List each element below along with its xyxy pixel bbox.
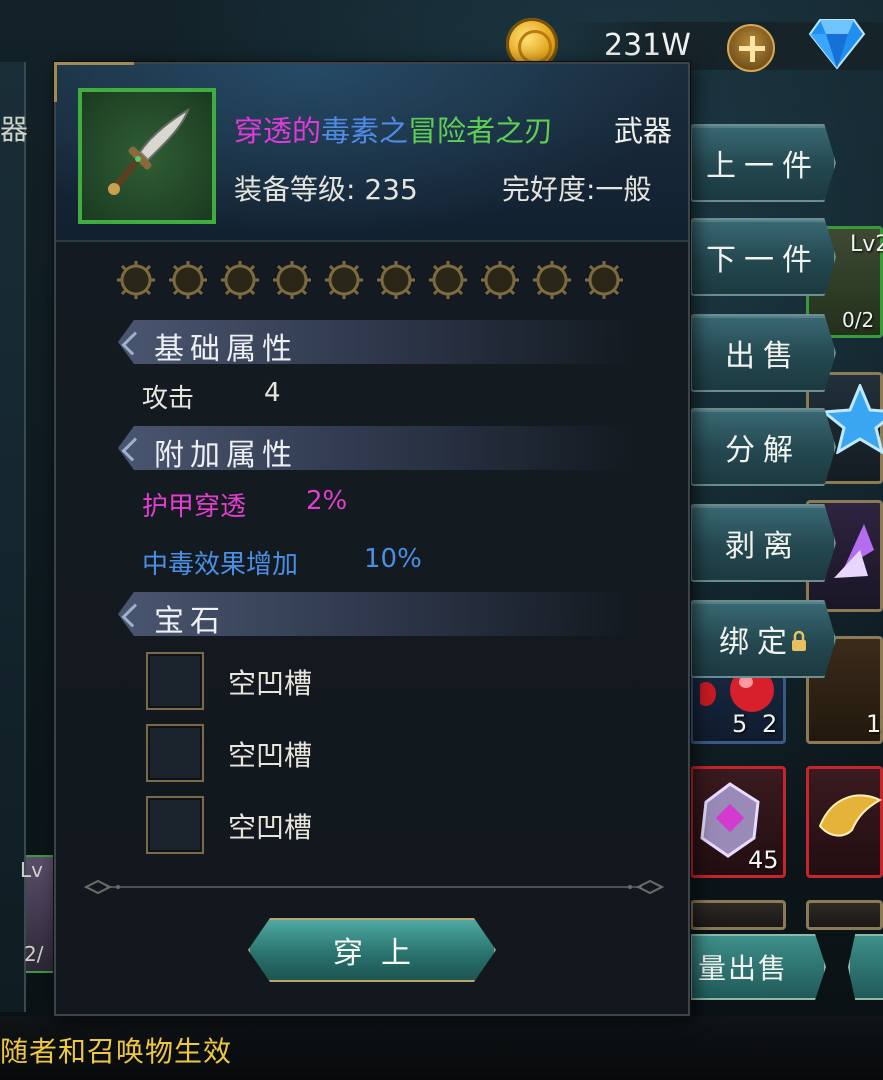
- batch-sell-button[interactable]: 量出售: [690, 934, 826, 1000]
- left-item-level: Lv: [20, 858, 43, 882]
- strip-label: 剥离: [725, 529, 801, 564]
- inventory-item-level: Lv2: [850, 232, 883, 257]
- item-tooltip-panel: 穿透的毒素之冒险者之刃 武器 装备等级: 235 完好度:一般 基础属性 攻击 …: [54, 62, 690, 1016]
- gem-slot-label: 空凹槽: [228, 811, 313, 844]
- empty-star-slot-icon: [220, 260, 260, 300]
- inventory-stack-count: 5: [732, 710, 748, 738]
- batch-sell-label: 量出售: [698, 952, 789, 985]
- empty-star-slot-icon: [428, 260, 468, 300]
- item-level: 装备等级: 235: [234, 173, 418, 206]
- decompose-button[interactable]: 分解: [690, 408, 836, 486]
- item-name-base: 冒险者之刃: [408, 114, 554, 148]
- inventory-item-count: 0/2: [842, 308, 875, 332]
- item-icon-frame: [78, 88, 216, 224]
- inventory-stack-count: 12: [866, 710, 883, 738]
- empty-star-slot-icon: [272, 260, 312, 300]
- section-header-gem: 宝石: [118, 592, 632, 636]
- section-header-base: 基础属性: [118, 320, 632, 364]
- equip-label: 穿上: [333, 936, 429, 971]
- strip-button[interactable]: 剥离: [690, 504, 836, 582]
- ornamental-divider: [84, 880, 664, 894]
- decompose-label: 分解: [725, 433, 801, 468]
- extra-attr-value: 10%: [364, 544, 422, 574]
- gem-slot[interactable]: [146, 724, 204, 782]
- game-screen: 器 Lv 2/ 231W Lv2 0/2 5 2 12 45: [0, 0, 883, 1080]
- golden-wings-icon: [818, 794, 883, 837]
- item-header: 穿透的毒素之冒险者之刃 武器 装备等级: 235 完好度:一般: [54, 62, 688, 242]
- star-slot-row: [116, 260, 624, 300]
- crystal-icon: [834, 524, 874, 578]
- gold-amount: 231W: [604, 28, 691, 63]
- base-attr-value: 4: [264, 378, 281, 408]
- sell-label: 出售: [725, 339, 801, 374]
- section-header-extra: 附加属性: [118, 426, 632, 470]
- empty-star-slot-icon: [324, 260, 364, 300]
- inventory-slot[interactable]: [806, 900, 883, 930]
- item-name-affix: 毒素之: [321, 114, 409, 148]
- item-name-prefix: 穿透的: [234, 114, 322, 148]
- extra-attr-name: 中毒效果增加: [142, 550, 299, 580]
- empty-star-slot-icon: [532, 260, 572, 300]
- extra-attr-value: 2%: [306, 486, 348, 516]
- previous-item-button[interactable]: 上一件: [690, 124, 836, 202]
- sell-button[interactable]: 出售: [690, 314, 836, 392]
- inventory-stack-count: 2: [762, 710, 778, 738]
- section-title-extra: 附加属性: [154, 438, 298, 473]
- gem-slot-label: 空凹槽: [228, 667, 313, 700]
- diamond-icon[interactable]: [808, 16, 866, 70]
- extra-attr-name: 护甲穿透: [142, 492, 247, 522]
- left-panel-tab-label: 器: [0, 113, 29, 146]
- gem-slot-label: 空凹槽: [228, 739, 313, 772]
- base-attr-name: 攻击: [142, 384, 195, 414]
- inventory-slot[interactable]: [690, 900, 786, 930]
- equip-button[interactable]: 穿上: [248, 918, 496, 982]
- empty-star-slot-icon: [168, 260, 208, 300]
- dagger-icon: [108, 107, 190, 195]
- item-name: 穿透的毒素之冒险者之刃: [234, 108, 553, 150]
- section-title-gem: 宝石: [154, 604, 226, 639]
- empty-star-slot-icon: [584, 260, 624, 300]
- inventory-stack-count: 45: [748, 846, 779, 874]
- item-type: 武器: [614, 114, 673, 148]
- next-item-button[interactable]: 下一件: [690, 218, 836, 296]
- empty-star-slot-icon: [116, 260, 156, 300]
- bind-button[interactable]: 绑定: [690, 600, 836, 678]
- secondary-action-button[interactable]: [848, 934, 883, 1000]
- lock-icon: [792, 630, 806, 651]
- left-item-count: 2/: [24, 942, 44, 966]
- item-durability: 完好度:一般: [502, 173, 652, 206]
- empty-star-slot-icon: [480, 260, 520, 300]
- section-title-base: 基础属性: [154, 332, 298, 367]
- previous-item-label: 上一件: [706, 149, 820, 184]
- next-item-label: 下一件: [706, 243, 820, 278]
- bottom-scroll-text: 随者和召唤物生效: [0, 1035, 233, 1068]
- bind-label: 绑定: [719, 625, 795, 660]
- add-gold-icon[interactable]: [727, 24, 775, 72]
- gem-slot[interactable]: [146, 796, 204, 854]
- gem-slot[interactable]: [146, 652, 204, 710]
- empty-star-slot-icon: [376, 260, 416, 300]
